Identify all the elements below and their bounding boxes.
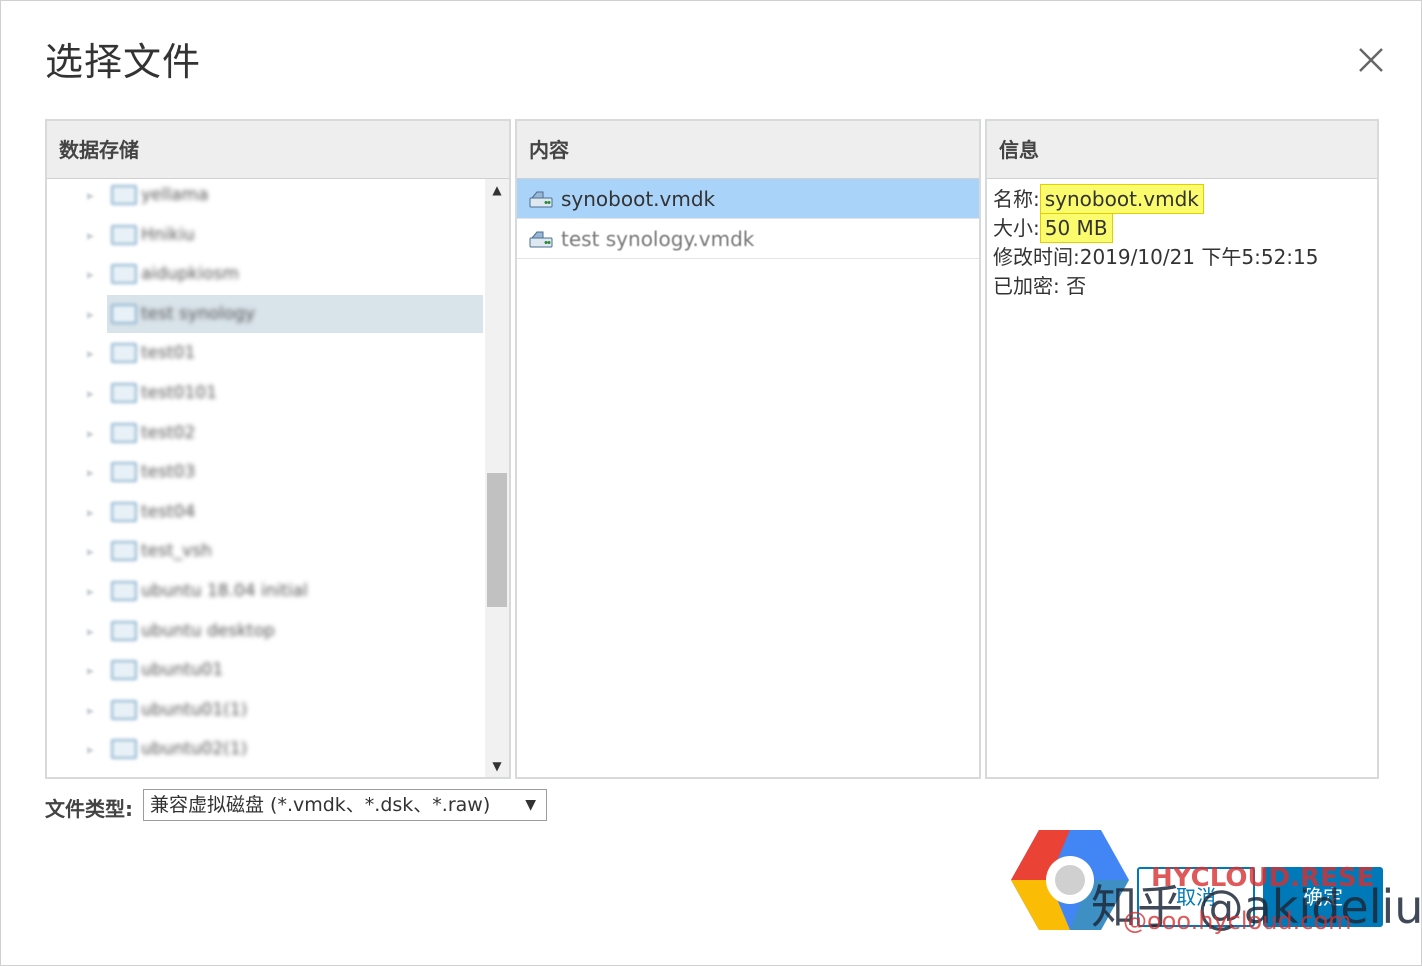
info-size-label: 大小:	[993, 216, 1040, 240]
file-name: synoboot.vmdk	[561, 186, 716, 211]
tree-item[interactable]: ▸ test_vsh	[87, 532, 483, 570]
expand-caret-icon[interactable]: ▸	[87, 742, 101, 758]
tree-item-label: test0101	[141, 383, 217, 403]
info-header: 信息	[987, 121, 1377, 179]
folder-icon	[111, 501, 137, 522]
datastore-header: 数据存储	[47, 121, 509, 179]
dialog-title: 选择文件	[45, 40, 202, 84]
folder-icon	[111, 383, 137, 403]
scroll-thumb[interactable]	[487, 473, 507, 607]
tree-item[interactable]: ▸ test synology	[87, 294, 483, 333]
file-name: test synology.vmdk	[561, 226, 755, 251]
tree-item-label: test synology	[141, 303, 256, 324]
expand-caret-icon[interactable]: ▸	[87, 544, 101, 560]
tree-item[interactable]: ▸ ubuntu01	[87, 651, 483, 689]
info-name-line: 名称: synoboot.vmdk	[993, 184, 1318, 214]
tree-item-label: ubuntu01	[141, 660, 224, 681]
expand-caret-icon[interactable]: ▸	[87, 386, 101, 402]
content-pane: 内容 synoboot.vmdk test synology.vmdk	[515, 119, 981, 779]
folder-icon	[111, 224, 137, 245]
tree-item-label: Hnikiu	[141, 224, 195, 245]
datastore-pane: 数据存储 ▸ yellama ▸ Hnikiu ▸ aidupkiosm ▸ test syn…	[45, 119, 511, 779]
expand-caret-icon[interactable]: ▸	[87, 188, 101, 204]
folder-icon	[111, 739, 137, 760]
watermark-brand-url: @ooo.hycloud.com	[1123, 907, 1352, 935]
expand-caret-icon[interactable]: ▸	[87, 663, 101, 679]
select-file-dialog: 选择文件 数据存储 ▸ yellama ▸ Hnikiu ▸ aidupkiosm ▸ tes…	[0, 0, 1422, 966]
expand-caret-icon[interactable]: ▸	[87, 307, 101, 323]
folder-icon	[111, 581, 137, 601]
tree-item-label: yellama	[141, 185, 209, 205]
folder-icon	[111, 264, 137, 285]
info-modified-label: 修改时间:	[993, 245, 1080, 269]
tree-item-label: test01	[141, 343, 196, 364]
info-body: 名称: synoboot.vmdk 大小: 50 MB 修改时间:2019/10/2…	[993, 184, 1318, 301]
tree-item[interactable]: ▸ ubuntu 18.04 initial	[87, 572, 483, 610]
info-size-value: 50 MB	[1039, 213, 1113, 243]
tree-item[interactable]: ▸ test03	[87, 453, 483, 491]
tree-item[interactable]: ▸ aidupkiosm	[87, 255, 483, 293]
filetype-select[interactable]: 兼容虚拟磁盘 (*.vmdk、*.dsk、*.raw) ▼	[143, 789, 547, 821]
info-pane: 信息 名称: synoboot.vmdk 大小: 50 MB 修改时间:2019/1…	[985, 119, 1379, 779]
tree-item-label: ubuntu 18.04 initial	[141, 581, 308, 601]
content-header: 内容	[517, 121, 979, 179]
expand-caret-icon[interactable]: ▸	[87, 228, 101, 244]
expand-caret-icon[interactable]: ▸	[87, 505, 101, 521]
folder-icon	[111, 541, 137, 562]
info-encrypted-line: 已加密: 否	[993, 272, 1318, 301]
expand-caret-icon[interactable]: ▸	[87, 465, 101, 481]
scroll-up-arrow-icon[interactable]: ▲	[485, 179, 509, 201]
tree-item[interactable]: ▸ ubuntu02(1)	[87, 730, 483, 768]
tree-item[interactable]: ▸ Hnikiu	[87, 216, 483, 254]
filetype-label: 文件类型:	[45, 797, 133, 821]
tree-item[interactable]: ▸ yellama	[87, 179, 483, 214]
info-name-label: 名称:	[993, 187, 1040, 211]
expand-caret-icon[interactable]: ▸	[87, 624, 101, 640]
info-modified-value: 2019/10/21 下午5:52:15	[1079, 245, 1319, 269]
folder-icon	[111, 185, 137, 205]
virtual-disk-icon	[529, 229, 553, 249]
info-encrypted-value: 否	[1066, 274, 1087, 298]
tree-item-label: test04	[141, 501, 196, 522]
folder-icon	[111, 303, 137, 324]
info-name-value: synoboot.vmdk	[1039, 184, 1204, 214]
expand-caret-icon[interactable]: ▸	[87, 703, 101, 719]
tree-item-label: aidupkiosm	[141, 264, 239, 285]
datastore-tree[interactable]: ▸ yellama ▸ Hnikiu ▸ aidupkiosm ▸ test synology…	[47, 179, 483, 777]
tree-item-label: test_vsh	[141, 541, 212, 562]
tree-item-label: ubuntu02(1)	[141, 739, 248, 760]
close-icon	[1359, 48, 1383, 72]
info-encrypted-label: 已加密:	[993, 274, 1060, 298]
tree-item[interactable]: ▸ ubuntu desktop	[87, 612, 483, 650]
folder-icon	[111, 343, 137, 364]
tree-item[interactable]: ▸ test0101	[87, 374, 483, 412]
dropdown-arrow-icon: ▼	[525, 797, 536, 813]
expand-caret-icon[interactable]: ▸	[87, 584, 101, 600]
info-size-line: 大小: 50 MB	[993, 213, 1318, 243]
expand-caret-icon[interactable]: ▸	[87, 267, 101, 283]
tree-item[interactable]: ▸ ubuntu01(1)	[87, 691, 483, 729]
folder-icon	[111, 660, 137, 681]
scroll-down-arrow-icon[interactable]: ▼	[485, 755, 509, 777]
info-modified-line: 修改时间:2019/10/21 下午5:52:15	[993, 243, 1318, 272]
folder-icon	[111, 620, 137, 641]
expand-caret-icon[interactable]: ▸	[87, 426, 101, 442]
folder-icon	[111, 699, 137, 720]
close-button[interactable]	[1355, 44, 1387, 76]
filetype-selected-value: 兼容虚拟磁盘 (*.vmdk、*.dsk、*.raw)	[150, 794, 491, 816]
folder-icon	[111, 462, 137, 483]
folder-icon	[111, 422, 137, 443]
expand-caret-icon[interactable]: ▸	[87, 346, 101, 362]
tree-item-label: ubuntu desktop	[141, 620, 275, 641]
tree-item[interactable]: ▸ test02	[87, 414, 483, 452]
virtual-disk-icon	[529, 189, 553, 209]
tree-item-label: ubuntu01(1)	[141, 699, 248, 720]
tree-item-label: test03	[141, 462, 196, 483]
datastore-scrollbar[interactable]: ▲ ▼	[485, 179, 509, 777]
file-row-synoboot[interactable]: synoboot.vmdk	[517, 179, 979, 219]
tree-item-label: test02	[141, 422, 196, 443]
file-row-test-synology[interactable]: test synology.vmdk	[517, 219, 979, 259]
tree-item[interactable]: ▸ test01	[87, 334, 483, 372]
tree-item[interactable]: ▸ test04	[87, 493, 483, 531]
